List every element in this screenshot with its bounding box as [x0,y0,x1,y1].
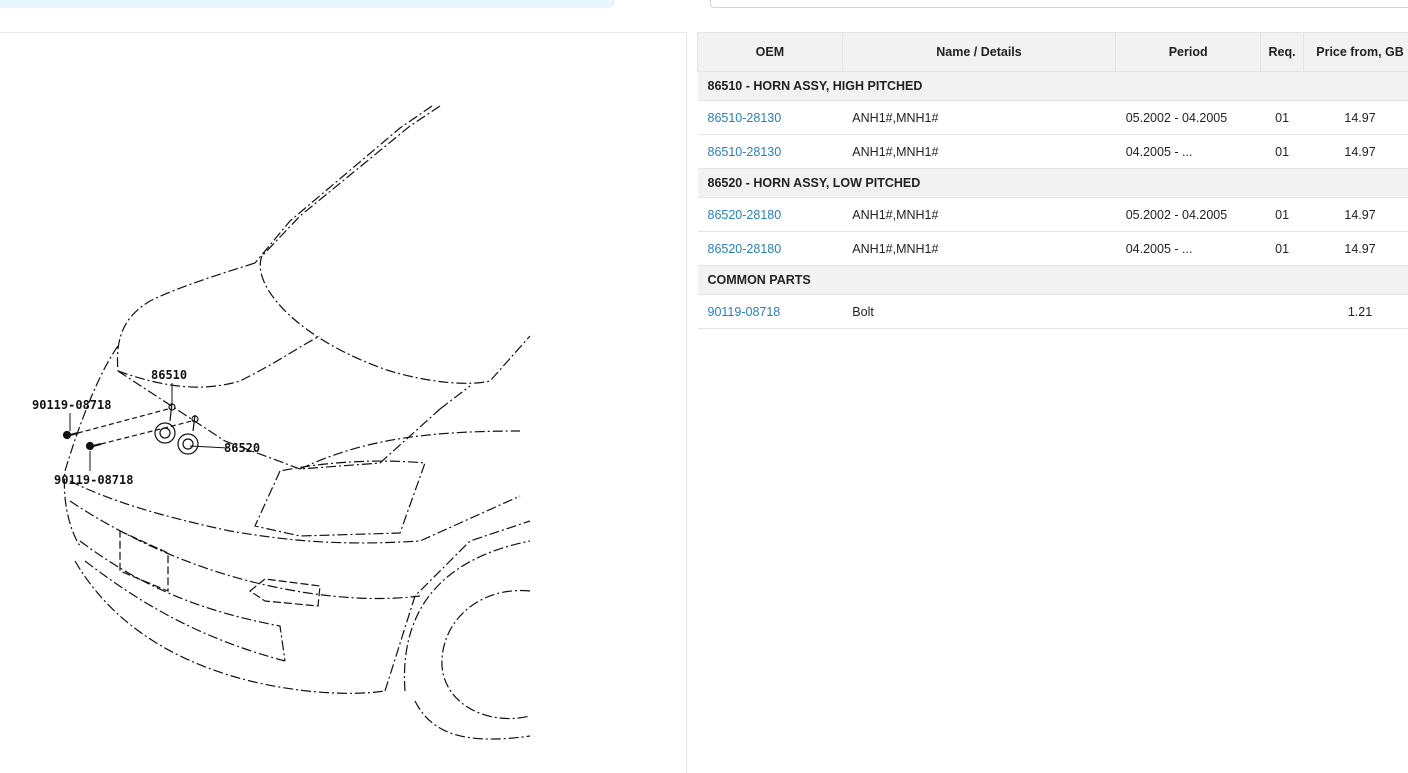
part-price: 14.97 [1304,198,1408,232]
table-row: 90119-08718 Bolt 1.21 [698,295,1408,329]
part-name: ANH1#,MNH1# [842,232,1115,266]
part-price: 14.97 [1304,135,1408,169]
top-notice-bar [0,0,615,8]
search-input[interactable] [710,0,1408,8]
callout-86520: 86520 [224,441,260,455]
part-name: ANH1#,MNH1# [842,135,1115,169]
part-req: 01 [1261,135,1304,169]
high-pitched-horn [155,403,175,443]
header-period[interactable]: Period [1116,33,1261,72]
fender-top-line [117,263,255,371]
bolt-lower [87,443,102,450]
fog-lamp [250,579,320,606]
table-row: 86510-28130 ANH1#,MNH1# 05.2002 - 04.200… [698,101,1408,135]
part-req: 01 [1261,198,1304,232]
part-req [1261,295,1304,329]
oem-link[interactable]: 90119-08718 [708,305,781,319]
part-period: 04.2005 - ... [1116,232,1261,266]
group-title: COMMON PARTS [698,266,1408,295]
callout-86510: 86510 [151,368,187,382]
group-title: 86510 - HORN ASSY, HIGH PITCHED [698,72,1408,101]
part-req: 01 [1261,101,1304,135]
group-row-common-parts: COMMON PARTS [698,266,1408,295]
header-name-details[interactable]: Name / Details [842,33,1115,72]
part-period: 05.2002 - 04.2005 [1116,198,1261,232]
hood-front-edge [118,371,440,469]
windshield-line [262,106,440,256]
headlamp [255,461,425,536]
part-name: ANH1#,MNH1# [842,101,1115,135]
group-row-86520: 86520 - HORN ASSY, LOW PITCHED [698,169,1408,198]
oem-link[interactable]: 86510-28130 [708,145,782,159]
bolt-upper [64,432,79,439]
front-wheel [442,591,530,719]
callout-90119-lower: 90119-08718 [54,473,133,487]
part-req: 01 [1261,232,1304,266]
hood-crease [118,336,320,387]
part-name: Bolt [842,295,1115,329]
hood-outline [260,256,530,383]
lower-bumper [75,561,385,693]
callout-90119-upper: 90119-08718 [32,398,111,412]
bumper-top-line [70,481,520,543]
part-price: 14.97 [1304,101,1408,135]
group-row-86510: 86510 - HORN ASSY, HIGH PITCHED [698,72,1408,101]
oem-link[interactable]: 86510-28130 [708,111,782,125]
parts-diagram-panel: 86510 86520 90119-08718 90119-08718 [0,32,687,773]
header-oem[interactable]: OEM [698,33,843,72]
part-period [1116,295,1261,329]
part-period: 04.2005 - ... [1116,135,1261,169]
part-price: 14.97 [1304,232,1408,266]
table-row: 86520-28180 ANH1#,MNH1# 04.2005 - ... 01… [698,232,1408,266]
header-req[interactable]: Req. [1261,33,1304,72]
table-row: 86510-28130 ANH1#,MNH1# 04.2005 - ... 01… [698,135,1408,169]
part-name: ANH1#,MNH1# [842,198,1115,232]
wheel-arch [404,541,530,691]
parts-table: OEM Name / Details Period Req. Price fro… [697,32,1408,329]
table-row: 86520-28180 ANH1#,MNH1# 05.2002 - 04.200… [698,198,1408,232]
oem-link[interactable]: 86520-28180 [708,242,782,256]
oem-link[interactable]: 86520-28180 [708,208,782,222]
part-price: 1.21 [1304,295,1408,329]
part-period: 05.2002 - 04.2005 [1116,101,1261,135]
group-title: 86520 - HORN ASSY, LOW PITCHED [698,169,1408,198]
table-header-row: OEM Name / Details Period Req. Price fro… [698,33,1408,72]
grille-lower [85,561,285,661]
header-price[interactable]: Price from, GB [1304,33,1408,72]
parts-diagram: 86510 86520 90119-08718 90119-08718 [0,33,686,773]
